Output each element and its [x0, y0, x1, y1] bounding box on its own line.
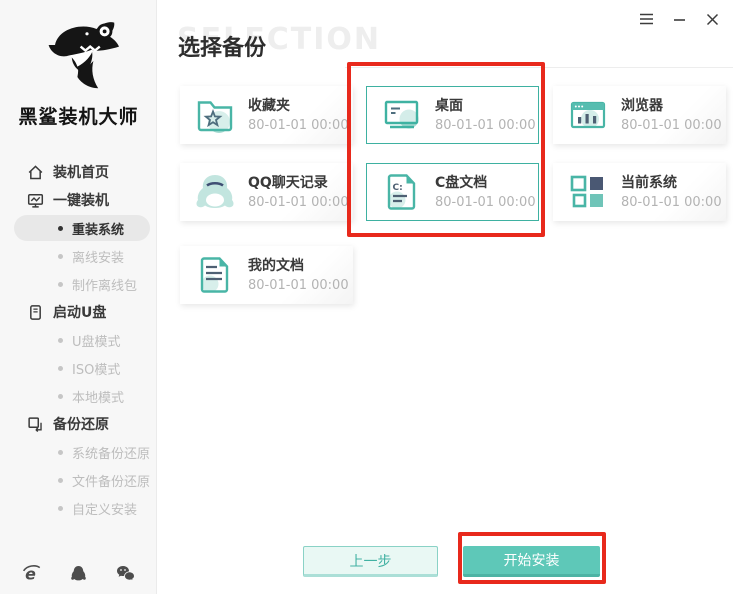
start-install-button[interactable]: 开始安装 [463, 546, 600, 577]
qq-icon[interactable] [70, 565, 87, 582]
card-date: 80-01-01 00:00 [435, 194, 536, 210]
sidebar-item-backup-restore[interactable]: 备份还原 [0, 410, 157, 438]
sidebar-item-install-home[interactable]: 装机首页 [0, 158, 157, 186]
bullet-icon [58, 281, 63, 287]
sidebar-footer: e [0, 560, 157, 586]
sidebar-item-iso-mode[interactable]: ISO模式 [0, 354, 157, 382]
sidebar-item-local-mode[interactable]: 本地模式 [0, 382, 157, 410]
backup-card-browser[interactable]: 浏览器 80-01-01 00:00 [553, 86, 726, 144]
sidebar-item-label: 启动U盘 [53, 305, 107, 321]
card-title: 桌面 [435, 97, 463, 114]
card-title: 浏览器 [621, 97, 663, 114]
home-icon [27, 164, 44, 181]
backup-card-desktop[interactable]: 桌面 80-01-01 00:00 [366, 86, 539, 144]
card-title: QQ聊天记录 [248, 174, 328, 191]
menu-icon[interactable] [637, 10, 655, 28]
card-date: 80-01-01 00:00 [621, 117, 722, 133]
sidebar-item-label: 重装系统 [72, 222, 125, 238]
card-date: 80-01-01 00:00 [435, 117, 536, 133]
sidebar-item-one-key-install[interactable]: 一键装机 [0, 186, 157, 214]
bullet-icon [58, 365, 63, 371]
card-title: C盘文档 [435, 174, 488, 191]
card-title: 收藏夹 [248, 97, 290, 114]
sidebar-item-label: 自定义安装 [72, 502, 138, 518]
close-icon[interactable] [703, 10, 721, 28]
card-date: 80-01-01 00:00 [248, 277, 349, 293]
bullet-icon [58, 337, 63, 343]
shark-logo-icon [48, 22, 119, 89]
card-date: 80-01-01 00:00 [621, 194, 722, 210]
favorites-folder-icon [193, 93, 237, 137]
minimize-icon[interactable] [670, 10, 688, 28]
main-panel: SELECTION 选择备份 收藏夹 80-01-01 00:00 桌面 80-… [157, 0, 733, 594]
sidebar-item-label: 制作离线包 [72, 278, 138, 294]
svg-text:e: e [25, 564, 36, 583]
sidebar-item-boot-usb[interactable]: 启动U盘 [0, 298, 157, 326]
bullet-icon [58, 477, 63, 483]
my-documents-icon [193, 253, 237, 297]
card-title: 当前系统 [621, 174, 677, 191]
window-controls [637, 10, 721, 28]
sidebar-item-custom-install[interactable]: 自定义安装 [0, 494, 157, 522]
backup-card-current-system[interactable]: 当前系统 80-01-01 00:00 [553, 163, 726, 221]
sidebar-item-label: 一键装机 [53, 193, 109, 209]
sidebar-item-offline-install[interactable]: 离线安装 [0, 242, 157, 270]
app-title: 黑鲨装机大师 [18, 106, 139, 128]
card-title: 我的文档 [248, 257, 304, 274]
sidebar-item-label: 本地模式 [72, 390, 125, 406]
sidebar-item-label: 文件备份还原 [72, 474, 151, 490]
sidebar-item-system-backup-restore[interactable]: 系统备份还原 [0, 438, 157, 466]
bullet-icon [58, 393, 63, 399]
sidebar-menu: 装机首页 一键装机 重装系统 离线安装 制作离线包 启动U盘 U盘模式 ISO模… [0, 158, 157, 522]
app-window: 黑鲨装机大师 装机首页 一键装机 重装系统 离线安装 制作离线包 启动U盘 U盘… [0, 0, 733, 594]
sidebar-item-usb-mode[interactable]: U盘模式 [0, 326, 157, 354]
card-date: 80-01-01 00:00 [248, 117, 349, 133]
restore-icon [27, 416, 44, 433]
sidebar: 黑鲨装机大师 装机首页 一键装机 重装系统 离线安装 制作离线包 启动U盘 U盘… [0, 0, 157, 594]
backup-card-c-drive-docs[interactable]: C: C盘文档 80-01-01 00:00 [366, 163, 539, 221]
bullet-icon [58, 505, 63, 511]
c-drive-doc-icon: C: [380, 170, 424, 214]
svg-text:C:: C: [393, 183, 403, 193]
backup-card-favorites[interactable]: 收藏夹 80-01-01 00:00 [180, 86, 353, 144]
logo: 黑鲨装机大师 [0, 10, 157, 129]
wechat-icon[interactable] [116, 565, 135, 582]
sidebar-item-reinstall-system[interactable]: 重装系统 [14, 215, 150, 241]
bullet-icon [58, 449, 63, 455]
sidebar-item-label: 装机首页 [53, 165, 109, 181]
header-divider [345, 67, 733, 68]
usb-icon [27, 304, 44, 321]
sidebar-item-label: ISO模式 [72, 362, 121, 378]
page-title: 选择备份 [178, 36, 267, 61]
previous-step-button[interactable]: 上一步 [303, 546, 438, 577]
backup-card-my-documents[interactable]: 我的文档 80-01-01 00:00 [180, 246, 353, 304]
sidebar-item-make-offline-pack[interactable]: 制作离线包 [0, 270, 157, 298]
desktop-icon [380, 93, 424, 137]
card-date: 80-01-01 00:00 [248, 194, 349, 210]
ie-icon[interactable]: e [22, 564, 41, 583]
sidebar-item-label: U盘模式 [72, 334, 121, 350]
sidebar-item-file-backup-restore[interactable]: 文件备份还原 [0, 466, 157, 494]
current-system-icon [566, 170, 610, 214]
monitor-chart-icon [27, 192, 44, 209]
bullet-icon [58, 253, 63, 259]
qq-chat-icon [193, 170, 237, 214]
sidebar-item-label: 离线安装 [72, 250, 125, 266]
sidebar-item-label: 备份还原 [53, 417, 109, 433]
sidebar-item-label: 系统备份还原 [72, 446, 151, 462]
backup-card-qq-chat[interactable]: QQ聊天记录 80-01-01 00:00 [180, 163, 353, 221]
bullet-icon [58, 225, 63, 231]
browser-icon [566, 93, 610, 137]
